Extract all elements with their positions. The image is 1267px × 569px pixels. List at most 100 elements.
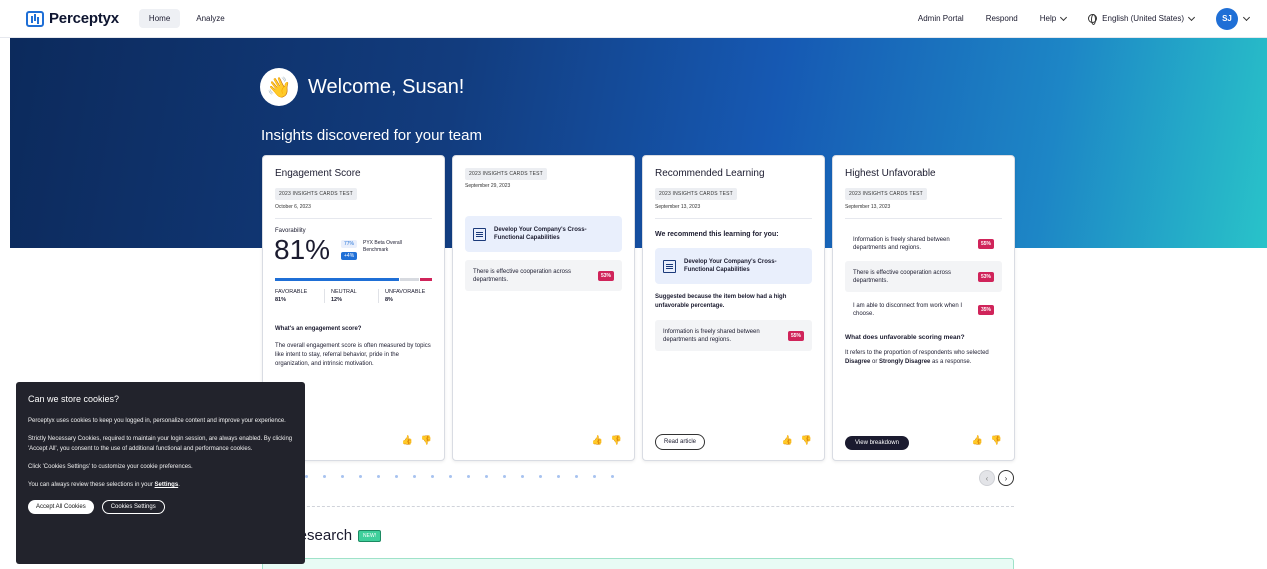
cookie-text: . [178, 482, 180, 488]
favorable-segment [275, 278, 400, 281]
statement-text: I am able to disconnect from work when I… [853, 302, 963, 317]
cookie-paragraph: Strictly Necessary Cookies, required to … [28, 436, 293, 452]
stat-label: FAVORABLE [275, 289, 308, 295]
carousel-dot[interactable] [395, 475, 398, 478]
benchmark-delta: +4% [341, 252, 358, 260]
carousel-dot[interactable] [431, 475, 434, 478]
welcome-text: Welcome, Susan! [308, 75, 465, 98]
carousel-dot[interactable] [449, 475, 452, 478]
carousel-dot[interactable] [413, 475, 416, 478]
card-tag: 2023 INSIGHTS CARDS TEST [845, 188, 927, 200]
chevron-down-icon [1187, 13, 1196, 21]
accept-all-cookies-button[interactable]: Accept All Cookies [28, 500, 94, 514]
carousel-dot[interactable] [539, 475, 542, 478]
brand-name: Perceptyx [49, 10, 119, 27]
unfavorable-badge: 53% [977, 271, 994, 282]
answer-text: or [870, 359, 880, 365]
carousel-dot[interactable] [611, 475, 614, 478]
carousel-dot[interactable] [341, 475, 344, 478]
wave-hand-icon: 👋 [260, 68, 298, 106]
carousel-dot[interactable] [377, 475, 380, 478]
cookies-settings-button[interactable]: Cookies Settings [101, 500, 165, 514]
carousel-dot[interactable] [467, 475, 470, 478]
answer-bold: Disagree [845, 359, 871, 365]
card-date: September 29, 2023 [465, 183, 511, 189]
carousel-dot[interactable] [557, 475, 560, 478]
carousel-dot[interactable] [503, 475, 506, 478]
unfavorable-badge: 55% [787, 330, 804, 341]
brand-logo[interactable]: Perceptyx [26, 10, 119, 27]
admin-portal-link[interactable]: Admin Portal [918, 14, 964, 23]
statement-row: There is effective cooperation across de… [465, 260, 622, 291]
unfavorable-stat: UNFAVORABLE 8% [385, 289, 437, 303]
globe-icon [1088, 14, 1098, 25]
cookie-title: Can we store cookies? [28, 394, 120, 404]
respond-link[interactable]: Respond [986, 14, 1018, 23]
card-tag: 2023 INSIGHTS CARDS TEST [465, 168, 547, 180]
tab-home[interactable]: Home [138, 9, 181, 28]
hero-banner [10, 38, 1267, 248]
thumbs-down-icon[interactable]: 👎 [801, 435, 812, 446]
engagement-question: What's an engagement score? [275, 326, 362, 332]
help-menu[interactable]: Help [1040, 13, 1068, 23]
stat-value: 12% [331, 297, 343, 303]
cookie-consent-banner: Can we store cookies? Perceptyx uses coo… [16, 382, 305, 564]
develop-capabilities-card[interactable]: 2023 INSIGHTS CARDS TEST September 29, 2… [452, 155, 635, 461]
settings-link[interactable]: Settings [155, 482, 179, 488]
view-breakdown-button[interactable]: View breakdown [845, 436, 909, 450]
card-date: October 6, 2023 [275, 204, 311, 210]
card-title: Engagement Score [275, 168, 361, 179]
thumbs-up-icon[interactable]: 👍 [592, 435, 603, 446]
card-tag: 2023 INSIGHTS CARDS TEST [655, 188, 737, 200]
chevron-down-icon [1060, 13, 1068, 21]
divider [655, 218, 812, 219]
tab-analyze[interactable]: Analyze [186, 9, 234, 28]
carousel-dot[interactable] [575, 475, 578, 478]
statement-row: There is effective cooperation across de… [845, 261, 1002, 292]
avatar[interactable]: SJ [1216, 7, 1238, 30]
statement-text: There is effective cooperation across de… [853, 269, 951, 284]
read-article-button[interactable]: Read article [655, 434, 706, 450]
chevron-down-icon[interactable] [1242, 13, 1251, 21]
statement-text: Information is freely shared between dep… [853, 236, 950, 251]
carousel-dot[interactable] [521, 475, 524, 478]
carousel-dot[interactable] [593, 475, 596, 478]
carousel-prev-button[interactable]: ‹ [979, 470, 995, 486]
recommended-learning-card[interactable]: Recommended Learning 2023 INSIGHTS CARDS… [642, 155, 825, 461]
welcome-header: 👋 Welcome, Susan! [260, 68, 464, 106]
thumbs-up-icon[interactable]: 👍 [402, 435, 413, 446]
thumbs-down-icon[interactable]: 👎 [611, 435, 622, 446]
carousel-dot[interactable] [485, 475, 488, 478]
carousel-dot[interactable] [323, 475, 326, 478]
research-panel [262, 558, 1014, 569]
recommend-heading: We recommend this learning for you: [655, 231, 779, 238]
carousel-pagination [305, 475, 629, 478]
divider [275, 218, 432, 219]
course-link[interactable]: Develop Your Company's Cross-Functional … [465, 216, 622, 252]
carousel-dot[interactable] [305, 475, 308, 478]
unfavorable-badge: 55% [977, 238, 994, 249]
unfavorable-answer: It refers to the proportion of responden… [845, 349, 1005, 367]
language-selector[interactable]: English (United States) [1088, 13, 1196, 25]
engagement-score-value: 81% [274, 234, 331, 265]
thumbs-down-icon[interactable]: 👎 [991, 435, 1002, 446]
cookie-paragraph: You can always review these selections i… [28, 480, 293, 490]
stat-value: 81% [275, 297, 287, 303]
chevron-right-icon: › [1004, 473, 1008, 483]
carousel-dot[interactable] [359, 475, 362, 478]
statement-row: Information is freely shared between dep… [655, 320, 812, 351]
course-link[interactable]: Develop Your Company's Cross-Functional … [655, 248, 812, 284]
thumbs-up-icon[interactable]: 👍 [782, 435, 793, 446]
highest-unfavorable-card[interactable]: Highest Unfavorable 2023 INSIGHTS CARDS … [832, 155, 1015, 461]
divider [845, 218, 1002, 219]
chevron-left-icon: ‹ [985, 473, 989, 483]
stat-label: NEUTRAL [331, 289, 357, 295]
recommend-reason: Suggested because the item below had a h… [655, 294, 787, 309]
insights-title: Insights discovered for your team [261, 127, 482, 144]
language-label: English (United States) [1102, 14, 1184, 23]
carousel-next-button[interactable]: › [998, 470, 1014, 486]
thumbs-up-icon[interactable]: 👍 [972, 435, 983, 446]
card-date: September 13, 2023 [655, 204, 701, 210]
thumbs-down-icon[interactable]: 👎 [421, 435, 432, 446]
statement-text: Information is freely shared between dep… [663, 328, 760, 343]
